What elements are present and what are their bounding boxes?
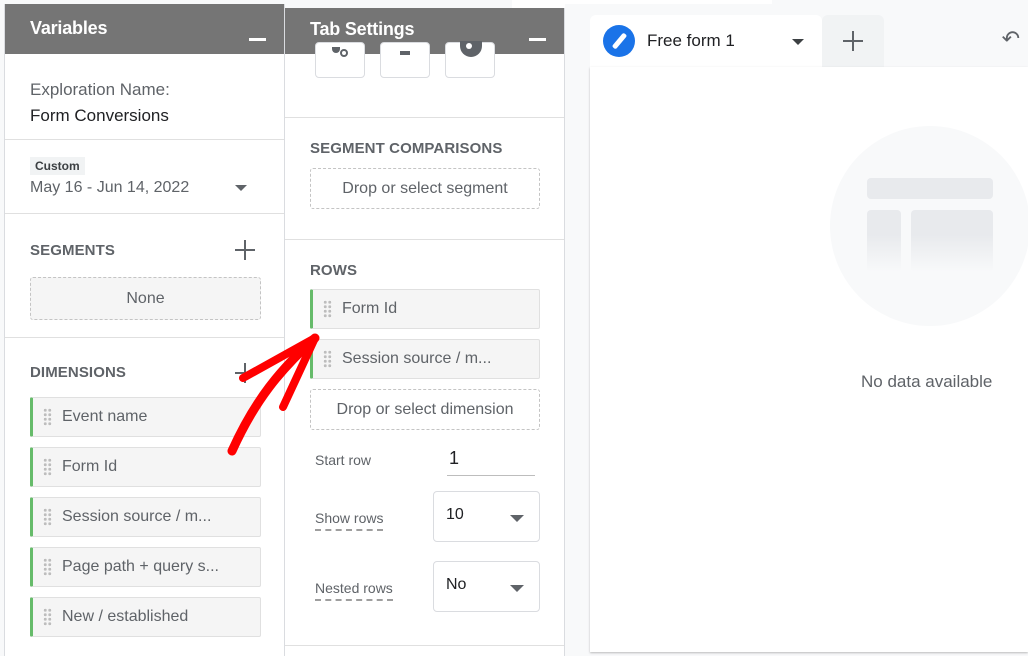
dimension-chip[interactable]: Session source / m...: [30, 497, 261, 537]
dimension-chip[interactable]: Form Id: [30, 447, 261, 487]
start-row-input[interactable]: [447, 442, 535, 476]
dimensions-section: DIMENSIONS Event name Form Id Session so…: [5, 338, 284, 637]
dimension-chip[interactable]: New / established: [30, 597, 261, 637]
dimension-label: New / established: [62, 608, 189, 625]
segments-none-box[interactable]: None: [30, 277, 261, 320]
drag-handle-icon[interactable]: [323, 350, 332, 368]
minimize-tab-settings-button[interactable]: [529, 38, 546, 41]
exploration-name-label: Exploration Name:: [30, 80, 170, 99]
date-preset-chip: Custom: [30, 157, 85, 175]
show-rows-value: 10: [446, 506, 464, 523]
drag-handle-icon[interactable]: [43, 408, 52, 426]
dimension-drop-target[interactable]: Drop or select dimension: [310, 389, 540, 430]
drag-handle-icon[interactable]: [323, 300, 332, 318]
report-sheet: No data available: [590, 67, 1028, 652]
illustration-left-column: [867, 210, 901, 272]
drag-handle-icon[interactable]: [43, 558, 52, 576]
dimension-chip[interactable]: Event name: [30, 397, 261, 437]
show-rows-label: Show rows: [315, 510, 384, 531]
tab-settings-title: Tab Settings: [310, 19, 415, 39]
illustration-right-column: [911, 210, 993, 272]
add-segment-icon[interactable]: [235, 240, 255, 260]
dimension-label: Page path + query s...: [62, 558, 219, 575]
ga4-exploration-editor: Variables Exploration Name: Form Convers…: [0, 0, 1028, 656]
globe-icon: [460, 41, 482, 57]
scatter-icon-dot: [340, 49, 348, 57]
undo-icon[interactable]: ↶: [1002, 26, 1020, 52]
empty-table-illustration: [830, 126, 1028, 326]
drag-handle-icon[interactable]: [43, 508, 52, 526]
drag-handle-icon[interactable]: [43, 458, 52, 476]
variables-panel-header: Variables: [5, 4, 284, 54]
table-viz-button[interactable]: [380, 42, 430, 78]
scatter-viz-button[interactable]: [315, 42, 365, 78]
geo-map-viz-button[interactable]: [445, 41, 495, 78]
nested-rows-label: Nested rows: [315, 580, 393, 601]
row-dimension-chip[interactable]: Session source / m...: [310, 339, 540, 379]
add-dimension-icon[interactable]: [235, 363, 255, 383]
variables-panel-title: Variables: [30, 18, 108, 38]
drag-handle-icon[interactable]: [43, 608, 52, 626]
no-data-message: No data available: [861, 372, 993, 391]
exploration-canvas: Free form 1 ↶ No data available: [565, 4, 1028, 656]
dimension-label: Form Id: [62, 458, 118, 475]
start-row-label: Start row: [315, 452, 372, 468]
exploration-name-section[interactable]: Exploration Name: Form Conversions: [5, 54, 284, 140]
chevron-down-icon: [510, 585, 524, 592]
tab-free-form-1[interactable]: Free form 1: [590, 15, 822, 71]
plus-icon: [843, 31, 863, 51]
illustration-header-bar: [867, 178, 993, 199]
chevron-down-icon[interactable]: [235, 185, 247, 191]
scatter-icon: [332, 47, 340, 53]
pencil-icon[interactable]: [603, 25, 635, 57]
row-dimension-label: Form Id: [342, 300, 398, 317]
segment-drop-target[interactable]: Drop or select segment: [310, 168, 540, 209]
visualization-picker: [285, 41, 564, 118]
add-tab-button[interactable]: [822, 15, 884, 67]
rows-heading: ROWS: [310, 262, 358, 279]
tab-label: Free form 1: [647, 31, 735, 50]
nested-rows-value: No: [446, 576, 467, 593]
variables-panel: Variables Exploration Name: Form Convers…: [4, 4, 285, 656]
rows-list: Form Id Session source / m... Drop or se…: [310, 289, 564, 430]
segment-comparisons-section: SEGMENT COMPARISONS Drop or select segme…: [285, 118, 564, 240]
dimensions-list: Event name Form Id Session source / m...…: [30, 397, 284, 637]
row-dimension-chip[interactable]: Form Id: [310, 289, 540, 329]
minimize-variables-button[interactable]: [249, 38, 266, 41]
row-dimension-label: Session source / m...: [342, 350, 492, 367]
date-range-picker[interactable]: Custom May 16 - Jun 14, 2022: [5, 140, 284, 214]
tab-settings-panel: Tab Settings SEGMENT COMPARISONS Drop or…: [284, 8, 565, 656]
dimension-label: Event name: [62, 408, 148, 425]
show-rows-select[interactable]: 10: [433, 491, 540, 542]
dimension-chip[interactable]: Page path + query s...: [30, 547, 261, 587]
exploration-name-value[interactable]: Form Conversions: [30, 103, 284, 129]
segment-comparisons-heading: SEGMENT COMPARISONS: [310, 140, 503, 157]
dimension-label: Session source / m...: [62, 508, 212, 525]
chevron-down-icon[interactable]: [792, 39, 804, 45]
chevron-down-icon: [510, 515, 524, 522]
table-icon: [400, 51, 410, 55]
segments-section: SEGMENTS None: [5, 214, 284, 338]
nested-rows-select[interactable]: No: [433, 561, 540, 612]
